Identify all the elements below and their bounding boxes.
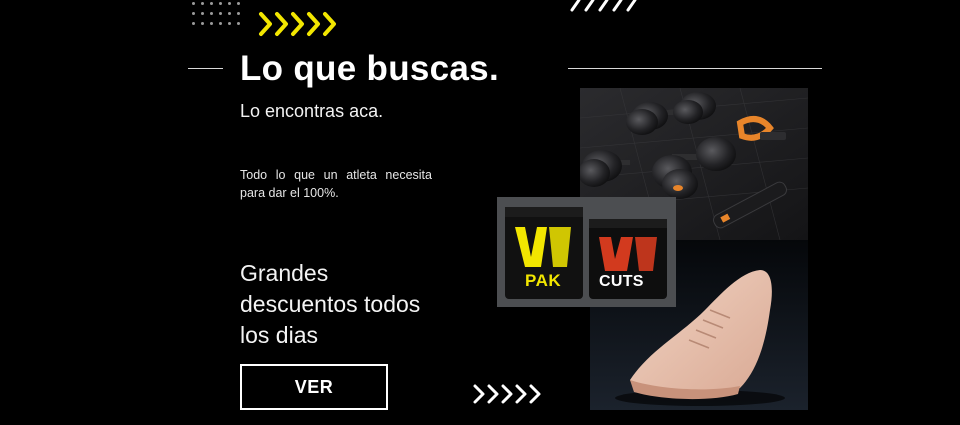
dots-grid-icon: [192, 2, 244, 28]
chevrons-white-icon: [472, 382, 544, 406]
tagline: Todo lo que un atleta necesita para dar …: [240, 168, 432, 200]
chevrons-yellow-icon: [258, 9, 346, 39]
supplement-label-pak: PAK: [525, 271, 562, 290]
supplement-label-cuts: CUTS: [599, 273, 644, 290]
divider-left: [188, 68, 223, 69]
page-title: Lo que buscas.: [240, 49, 499, 88]
subtitle: Lo encontras aca.: [240, 101, 384, 121]
ver-button[interactable]: VER: [240, 364, 388, 410]
divider-right: [568, 68, 822, 69]
supplements-image: PAK CUTS: [497, 197, 676, 307]
chevrons-white-icon: [568, 0, 644, 12]
promo-text: Grandes descuentos todos los dias: [240, 260, 421, 348]
